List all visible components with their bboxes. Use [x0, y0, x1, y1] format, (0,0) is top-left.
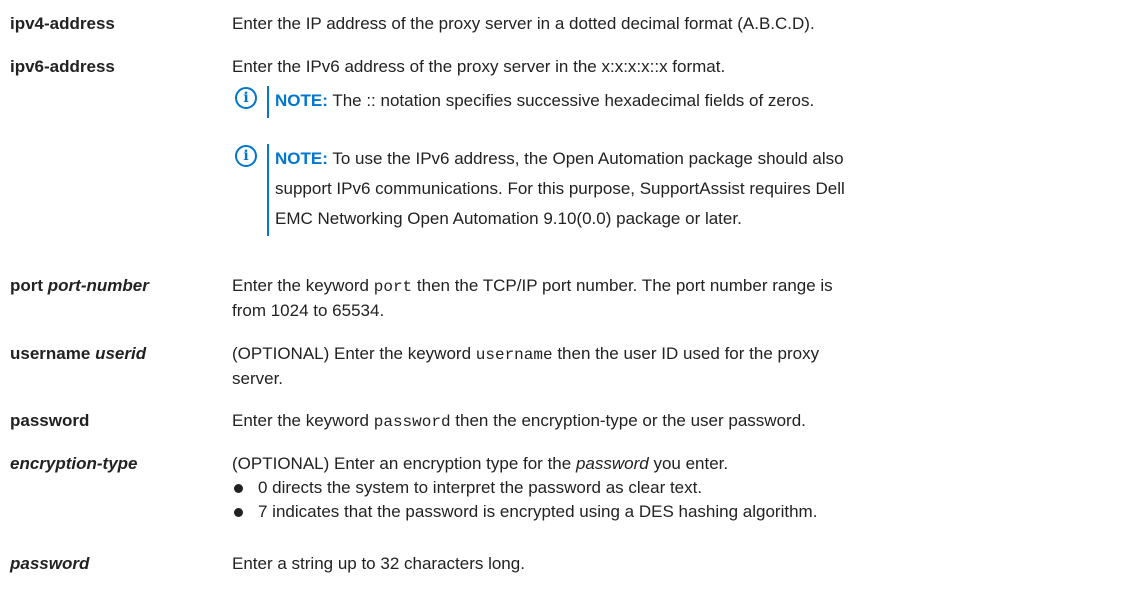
term-argument: port-number — [47, 276, 149, 295]
description-text: Enter a string up to 32 characters long. — [232, 554, 525, 573]
term-argument: userid — [95, 344, 147, 363]
description-text: you enter. — [653, 454, 729, 473]
list-item: 0 directs the system to interpret the pa… — [232, 476, 1122, 500]
param-term: ipv4-address — [10, 14, 115, 33]
parameter-table: ipv4-address Enter the IP address of the… — [0, 0, 1135, 608]
param-description: (OPTIONAL) Enter the keyword username th… — [232, 342, 1122, 391]
param-term: encryption-type — [10, 454, 138, 473]
description-text: from 1024 to 65534. — [232, 301, 385, 320]
code-keyword: password — [373, 413, 451, 431]
param-term: password — [10, 554, 90, 573]
note-block: i NOTE: The :: notation specifies succes… — [235, 86, 1115, 118]
note-block: i NOTE: To use the IPv6 address, the Ope… — [235, 144, 1115, 236]
bullet-icon — [234, 508, 243, 517]
note-body: support IPv6 communications. For this pu… — [275, 179, 845, 198]
description-text: then the TCP/IP port number. The port nu… — [416, 276, 833, 295]
term-keyword: username — [10, 344, 91, 363]
param-term: ipv6-address — [10, 57, 115, 76]
param-description: Enter the IPv6 address of the proxy serv… — [232, 55, 1122, 79]
note-text: NOTE: The :: notation specifies successi… — [275, 86, 814, 116]
list-item: 7 indicates that the password is encrypt… — [232, 500, 1122, 524]
description-text: Enter the keyword — [232, 276, 370, 295]
param-description: (OPTIONAL) Enter an encryption type for … — [232, 452, 1122, 524]
description-text: Enter the IP address of the proxy server… — [232, 14, 815, 33]
emphasis-text: password — [575, 454, 649, 473]
info-icon: i — [235, 87, 257, 109]
param-description: Enter the IP address of the proxy server… — [232, 12, 1122, 36]
param-description: Enter the keyword password then the encr… — [232, 409, 1122, 434]
note-divider — [267, 86, 269, 118]
note-label: NOTE: — [275, 149, 328, 168]
code-keyword: port — [373, 278, 413, 296]
list-item-text: 7 indicates that the password is encrypt… — [258, 502, 818, 521]
param-description: Enter a string up to 32 characters long. — [232, 552, 1122, 576]
description-text: then the user ID used for the proxy — [557, 344, 820, 363]
param-row-ipv4: ipv4-address Enter the IP address of the… — [0, 12, 1135, 38]
description-text: (OPTIONAL) Enter the keyword — [232, 344, 472, 363]
bullet-icon — [234, 484, 243, 493]
info-icon: i — [235, 145, 257, 167]
description-text: server. — [232, 369, 284, 388]
param-row-username: username userid (OPTIONAL) Enter the key… — [0, 342, 1135, 392]
description-text: (OPTIONAL) Enter an encryption type for … — [232, 454, 572, 473]
note-text: NOTE: To use the IPv6 address, the Open … — [275, 144, 845, 234]
list-item-text: 0 directs the system to interpret the pa… — [258, 478, 703, 497]
term-keyword: port — [10, 276, 44, 295]
param-row-encryption-type: encryption-type (OPTIONAL) Enter an encr… — [0, 452, 1135, 532]
note-divider — [267, 144, 269, 236]
note-label: NOTE: — [275, 91, 328, 110]
description-text: Enter the IPv6 address of the proxy serv… — [232, 57, 726, 76]
param-row-ipv6: ipv6-address Enter the IPv6 address of t… — [0, 55, 1135, 81]
param-row-password-string: password Enter a string up to 32 charact… — [0, 552, 1135, 578]
code-keyword: username — [475, 346, 553, 364]
description-text: then the encryption-type or the user pas… — [455, 411, 806, 430]
param-row-password: password Enter the keyword password then… — [0, 409, 1135, 435]
note-body: EMC Networking Open Automation 9.10(0.0)… — [275, 209, 742, 228]
param-description: Enter the keyword port then the TCP/IP p… — [232, 274, 1122, 323]
note-body: The :: notation specifies successive hex… — [332, 91, 815, 110]
param-term: username userid — [10, 342, 146, 366]
param-term: port port-number — [10, 274, 149, 298]
note-body: To use the IPv6 address, the Open Automa… — [332, 149, 844, 168]
param-term: password — [10, 411, 90, 430]
param-row-port: port port-number Enter the keyword port … — [0, 274, 1135, 324]
description-text: Enter the keyword — [232, 411, 370, 430]
